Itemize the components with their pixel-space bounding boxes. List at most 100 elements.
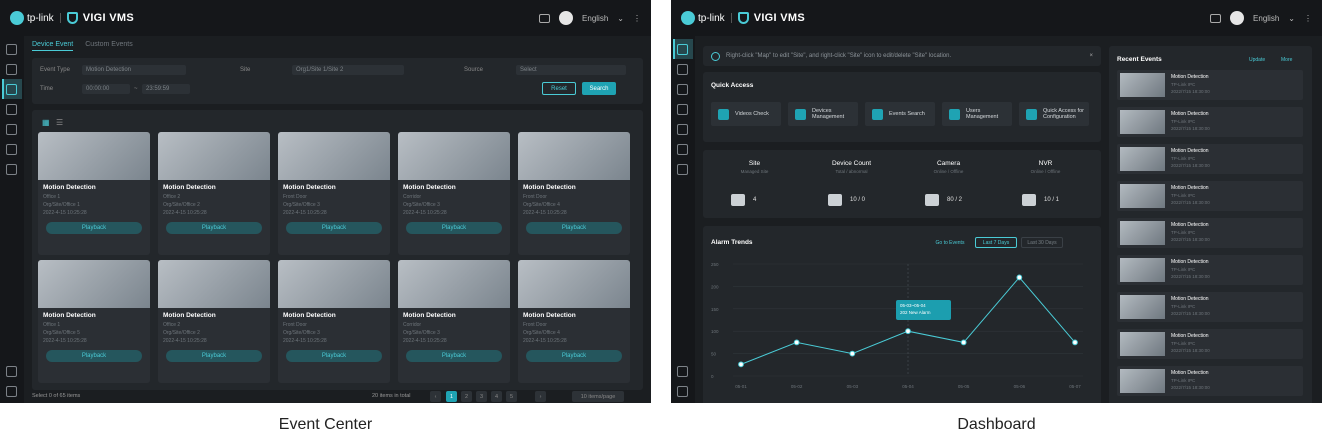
- events-icon[interactable]: [6, 84, 17, 95]
- users-icon[interactable]: [677, 144, 688, 155]
- playback-button[interactable]: Playback: [166, 350, 262, 362]
- video-icon[interactable]: [677, 64, 688, 75]
- recent-event-thumbnail[interactable]: [1120, 258, 1165, 282]
- quick-access-item[interactable]: Quick Access for Configuration: [1019, 102, 1089, 126]
- event-thumbnail[interactable]: [278, 260, 390, 308]
- update-link[interactable]: Update: [1249, 57, 1265, 63]
- tab-device-event[interactable]: Device Event: [32, 41, 74, 51]
- quick-access-item[interactable]: Users Management: [942, 102, 1012, 126]
- page-button-2[interactable]: 2: [461, 391, 472, 402]
- site-select[interactable]: Org1/Site 1/Site 2: [292, 65, 404, 75]
- event-card[interactable]: Motion Detection Office 1 Org/Site/Office …: [38, 260, 150, 383]
- map-icon[interactable]: [6, 124, 17, 135]
- event-thumbnail[interactable]: [518, 132, 630, 180]
- map-icon[interactable]: [677, 124, 688, 135]
- event-card[interactable]: Motion Detection Front Door Org/Site/Offic…: [518, 132, 630, 255]
- playback-button[interactable]: Playback: [526, 222, 622, 234]
- per-page-select[interactable]: 10 items/page: [572, 391, 624, 402]
- bell-icon[interactable]: [677, 366, 688, 377]
- event-thumbnail[interactable]: [398, 132, 510, 180]
- event-card[interactable]: Motion Detection Front Door Org/Site/Offic…: [278, 132, 390, 255]
- recent-event-item[interactable]: Motion Detection TP-Link IPC 2022/7/15 18:…: [1117, 70, 1303, 100]
- bell-icon[interactable]: [6, 366, 17, 377]
- recent-event-item[interactable]: Motion Detection TP-Link IPC 2022/7/15 18:…: [1117, 144, 1303, 174]
- playback-button[interactable]: Playback: [46, 350, 142, 362]
- playback-button[interactable]: Playback: [406, 350, 502, 362]
- recent-event-thumbnail[interactable]: [1120, 221, 1165, 245]
- more-link[interactable]: More: [1281, 57, 1292, 63]
- grid-view-icon[interactable]: ▦: [42, 118, 50, 127]
- event-card[interactable]: Motion Detection Office 2 Org/Site/Office …: [158, 260, 270, 383]
- avatar[interactable]: [559, 11, 574, 25]
- event-thumbnail[interactable]: [38, 260, 150, 308]
- event-thumbnail[interactable]: [518, 260, 630, 308]
- dashboard-icon[interactable]: [6, 44, 17, 55]
- event-card[interactable]: Motion Detection Front Door Org/Site/Offic…: [518, 260, 630, 383]
- recent-event-thumbnail[interactable]: [1120, 147, 1165, 171]
- settings-icon[interactable]: [6, 386, 17, 397]
- recent-event-thumbnail[interactable]: [1120, 73, 1165, 97]
- recent-event-item[interactable]: Motion Detection TP-Link IPC 2022/7/15 18:…: [1117, 181, 1303, 211]
- screen-icon[interactable]: [1210, 13, 1222, 23]
- next-page-icon[interactable]: ›: [535, 391, 546, 402]
- event-type-select[interactable]: Motion Detection: [82, 65, 186, 75]
- playback-button[interactable]: Playback: [46, 222, 142, 234]
- page-button-4[interactable]: 4: [491, 391, 502, 402]
- event-card[interactable]: Motion Detection Office 1 Org/Site/Office …: [38, 132, 150, 255]
- reset-button[interactable]: Reset: [542, 82, 576, 95]
- quick-access-item[interactable]: Devices Management: [788, 102, 858, 126]
- prev-page-icon[interactable]: ‹: [430, 391, 441, 402]
- recent-event-thumbnail[interactable]: [1120, 110, 1165, 134]
- recent-event-thumbnail[interactable]: [1120, 332, 1165, 356]
- event-card[interactable]: Motion Detection Corridor Org/Site/Office …: [398, 132, 510, 255]
- avatar[interactable]: [1230, 11, 1245, 25]
- playback-button[interactable]: Playback: [286, 222, 382, 234]
- language-select[interactable]: English: [582, 14, 608, 23]
- settings-icon[interactable]: [677, 386, 688, 397]
- close-icon[interactable]: ×: [1089, 53, 1093, 59]
- recent-event-thumbnail[interactable]: [1120, 184, 1165, 208]
- recent-event-item[interactable]: Motion Detection TP-Link IPC 2022/7/15 18:…: [1117, 255, 1303, 285]
- quick-access-item[interactable]: Events Search: [865, 102, 935, 126]
- playback-button[interactable]: Playback: [166, 222, 262, 234]
- language-select[interactable]: English: [1253, 14, 1279, 23]
- tab-custom-events[interactable]: Custom Events: [85, 41, 132, 51]
- more-icon[interactable]: ⋮: [1304, 14, 1312, 23]
- time-start-input[interactable]: 00:00:00: [82, 84, 130, 94]
- event-card[interactable]: Motion Detection Corridor Org/Site/Office …: [398, 260, 510, 383]
- devices-icon[interactable]: [6, 104, 17, 115]
- event-card[interactable]: Motion Detection Front Door Org/Site/Offic…: [278, 260, 390, 383]
- search-button[interactable]: Search: [582, 82, 616, 95]
- dashboard-icon[interactable]: [677, 44, 688, 55]
- more-icon[interactable]: ⋮: [633, 14, 641, 23]
- page-button-1[interactable]: 1: [446, 391, 457, 402]
- page-button-5[interactable]: 5: [506, 391, 517, 402]
- recent-event-item[interactable]: Motion Detection TP-Link IPC 2022/7/15 18:…: [1117, 292, 1303, 322]
- events-icon[interactable]: [677, 84, 688, 95]
- recent-event-item[interactable]: Motion Detection TP-Link IPC 2022/7/15 18:…: [1117, 107, 1303, 137]
- list-view-icon[interactable]: ☰: [56, 118, 63, 127]
- source-select[interactable]: Select: [516, 65, 626, 75]
- playback-button[interactable]: Playback: [406, 222, 502, 234]
- event-thumbnail[interactable]: [398, 260, 510, 308]
- screen-icon[interactable]: [539, 13, 551, 23]
- event-card[interactable]: Motion Detection Office 2 Org/Site/Office …: [158, 132, 270, 255]
- event-thumbnail[interactable]: [158, 260, 270, 308]
- recent-event-item[interactable]: Motion Detection TP-Link IPC 2022/7/15 18:…: [1117, 329, 1303, 359]
- calendar-icon[interactable]: [6, 164, 17, 175]
- event-thumbnail[interactable]: [278, 132, 390, 180]
- recent-event-item[interactable]: Motion Detection TP-Link IPC 2022/7/15 18:…: [1117, 366, 1303, 396]
- recent-event-thumbnail[interactable]: [1120, 369, 1165, 393]
- calendar-icon[interactable]: [677, 164, 688, 175]
- time-end-input[interactable]: 23:59:59: [142, 84, 190, 94]
- recent-event-thumbnail[interactable]: [1120, 295, 1165, 319]
- video-icon[interactable]: [6, 64, 17, 75]
- playback-button[interactable]: Playback: [526, 350, 622, 362]
- users-icon[interactable]: [6, 144, 17, 155]
- event-thumbnail[interactable]: [158, 132, 270, 180]
- devices-icon[interactable]: [677, 104, 688, 115]
- event-thumbnail[interactable]: [38, 132, 150, 180]
- page-button-3[interactable]: 3: [476, 391, 487, 402]
- quick-access-item[interactable]: Videos Check: [711, 102, 781, 126]
- playback-button[interactable]: Playback: [286, 350, 382, 362]
